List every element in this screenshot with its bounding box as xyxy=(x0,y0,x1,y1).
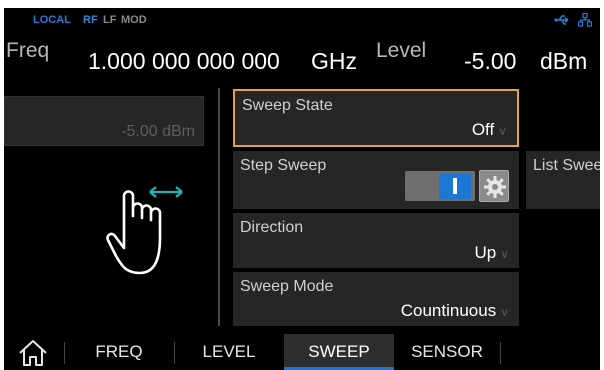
chevron-down-icon: ∨ xyxy=(500,247,509,261)
sweep-mode-value: Countinuous xyxy=(400,301,497,320)
nav-tab-level[interactable]: LEVEL xyxy=(174,334,284,370)
sweep-mode-value-wrap: Countinuous ∨ xyxy=(401,301,509,321)
status-rf: RF xyxy=(83,14,98,26)
nav-tab-sweep[interactable]: SWEEP xyxy=(284,334,394,370)
sweep-state-value: Off xyxy=(471,120,495,139)
gear-icon xyxy=(484,176,506,198)
nav-tab-freq[interactable]: FREQ xyxy=(64,334,174,370)
status-local: LOCAL xyxy=(33,14,71,26)
level-value[interactable]: -5.00 xyxy=(464,48,516,75)
direction-value-wrap: Up ∨ xyxy=(474,243,509,263)
list-sweep-field[interactable]: List Sweep xyxy=(526,151,600,209)
step-sweep-field[interactable]: Step Sweep xyxy=(233,151,519,209)
pane-divider xyxy=(218,88,220,326)
status-mod: MOD xyxy=(121,14,147,26)
swipe-hand-icon xyxy=(106,186,183,275)
nav-separator xyxy=(500,342,501,364)
nav-tab-sensor[interactable]: SENSOR xyxy=(394,334,500,370)
chevron-down-icon: ∨ xyxy=(500,305,509,319)
bottom-nav: FREQ LEVEL SWEEP SENSOR xyxy=(4,334,600,370)
usb-icon xyxy=(554,15,569,25)
freq-unit: GHz xyxy=(311,48,357,74)
sweep-state-field[interactable]: Sweep State Off ∨ xyxy=(233,89,519,147)
toggle-knob xyxy=(439,173,471,199)
sweep-mode-label: Sweep Mode xyxy=(240,278,334,295)
home-icon[interactable] xyxy=(16,338,50,368)
instrument-screen: LOCAL RF LF MOD Freq 1.000 000 000 000 G… xyxy=(4,8,600,370)
step-sweep-toggle[interactable] xyxy=(405,171,475,201)
network-icon xyxy=(578,13,592,27)
status-lf: LF xyxy=(103,14,117,26)
sweep-mode-field[interactable]: Sweep Mode Countinuous ∨ xyxy=(233,272,519,326)
freq-value[interactable]: 1.000 000 000 000 xyxy=(88,48,280,75)
sweep-state-value-wrap: Off ∨ xyxy=(472,120,507,140)
level-readout-value: -5.00 dBm xyxy=(121,123,195,140)
level-readout-field[interactable]: -5.00 dBm xyxy=(4,96,204,146)
freq-label[interactable]: Freq xyxy=(6,39,49,63)
level-label[interactable]: Level xyxy=(376,39,426,63)
step-sweep-settings-button[interactable] xyxy=(479,170,509,202)
sweep-state-label: Sweep State xyxy=(242,97,333,114)
direction-field[interactable]: Direction Up ∨ xyxy=(233,213,519,268)
direction-value: Up xyxy=(474,243,497,262)
step-sweep-label: Step Sweep xyxy=(240,157,327,174)
direction-label: Direction xyxy=(240,219,304,236)
level-unit: dBm xyxy=(540,48,588,74)
list-sweep-label: List Sweep xyxy=(533,157,600,174)
chevron-down-icon: ∨ xyxy=(498,124,507,138)
status-bar: LOCAL RF LF MOD xyxy=(4,8,600,34)
